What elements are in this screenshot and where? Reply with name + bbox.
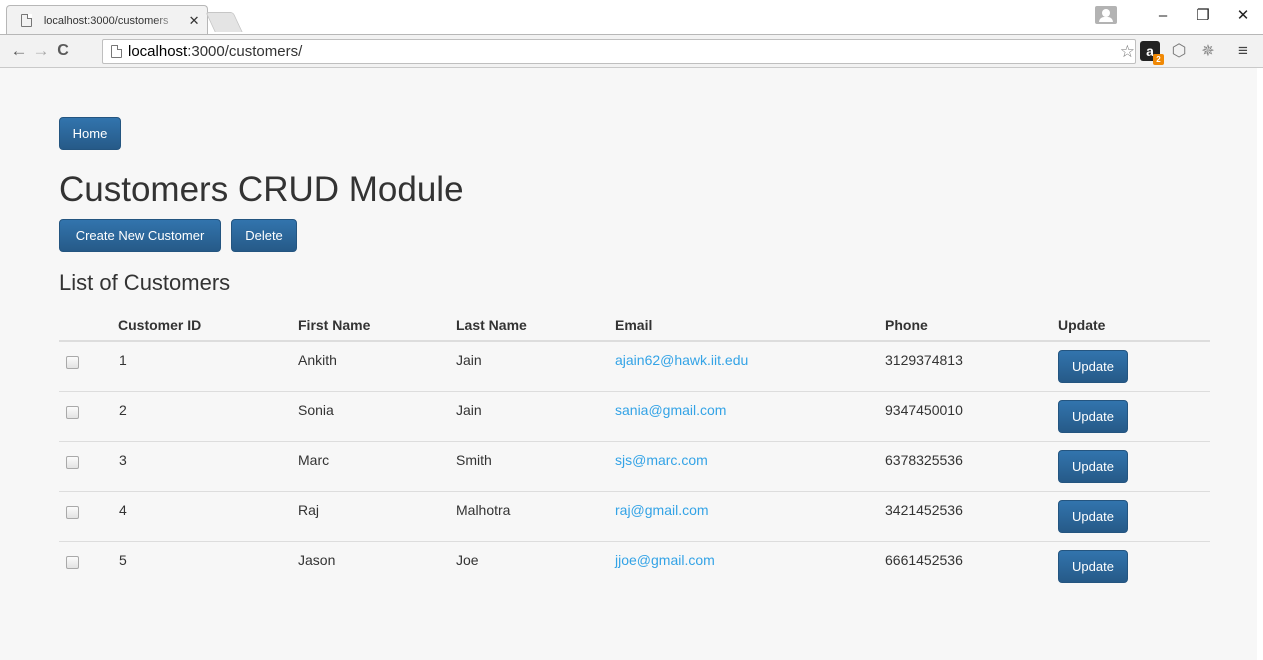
reload-button[interactable]: C (52, 39, 74, 63)
cell-email-link[interactable]: raj@gmail.com (615, 502, 709, 518)
browser-toolbar: ← → C localhost:3000/customers/ ☆ (0, 34, 1263, 68)
home-button[interactable]: Home (59, 117, 121, 150)
close-window-button[interactable]: ✕ (1223, 0, 1263, 30)
create-new-customer-button[interactable]: Create New Customer (59, 219, 221, 252)
cell-first-name: Raj (298, 502, 320, 518)
tab-title: localhost:3000/customers (43, 14, 169, 27)
restore-button[interactable]: ❐ (1183, 0, 1223, 30)
table-row: 3 Marc Smith sjs@marc.com 6378325536 Upd… (59, 442, 1210, 492)
table-row: 5 Jason Joe jjoe@gmail.com 6661452536 Up… (59, 542, 1210, 592)
cell-phone: 3421452536 (885, 502, 963, 518)
cell-first-name: Marc (298, 452, 330, 468)
profile-icon[interactable] (1095, 6, 1117, 24)
header-last-name: Last Name (456, 317, 527, 333)
table-header: Customer ID First Name Last Name Email P… (59, 311, 1210, 342)
tab-strip: localhost:3000/customers ✕ – ❐ ✕ (0, 0, 1263, 34)
cell-first-name: Ankith (298, 352, 337, 368)
cell-phone: 3129374813 (885, 352, 963, 368)
cell-customer-id: 4 (119, 502, 127, 518)
tab-close-icon[interactable]: ✕ (187, 13, 201, 28)
cell-phone: 6378325536 (885, 452, 963, 468)
header-first-name: First Name (298, 317, 371, 333)
cell-phone: 6661452536 (885, 552, 963, 568)
row-checkbox[interactable] (66, 506, 79, 519)
cell-customer-id: 1 (119, 352, 127, 368)
page-title: Customers CRUD Module (59, 170, 464, 209)
delete-button[interactable]: Delete (231, 219, 297, 252)
cube-extension-icon[interactable]: ⬡ (1170, 41, 1188, 61)
header-customer-id: Customer ID (118, 317, 202, 333)
cell-last-name: Jain (456, 352, 482, 368)
cell-phone: 9347450010 (885, 402, 963, 418)
page-icon (21, 14, 32, 27)
table-row: 4 Raj Malhotra raj@gmail.com 3421452536 … (59, 492, 1210, 542)
header-phone: Phone (885, 317, 928, 333)
url-text: localhost:3000/customers/ (128, 43, 302, 60)
row-checkbox[interactable] (66, 406, 79, 419)
row-checkbox[interactable] (66, 556, 79, 569)
update-button[interactable]: Update (1058, 350, 1128, 383)
update-button[interactable]: Update (1058, 400, 1128, 433)
header-email: Email (615, 317, 653, 333)
list-title: List of Customers (59, 270, 231, 295)
browser-tab[interactable]: localhost:3000/customers ✕ (6, 5, 208, 34)
menu-icon[interactable]: ≡ (1234, 41, 1252, 61)
window-controls: – ❐ ✕ (1095, 0, 1263, 30)
cell-first-name: Jason (298, 552, 336, 568)
url-path: :3000/customers/ (187, 43, 303, 60)
table-row: 1 Ankith Jain ajain62@hawk.iit.edu 31293… (59, 342, 1210, 392)
update-button[interactable]: Update (1058, 500, 1128, 533)
cell-customer-id: 2 (119, 402, 127, 418)
row-checkbox[interactable] (66, 356, 79, 369)
cell-customer-id: 3 (119, 452, 127, 468)
row-checkbox[interactable] (66, 456, 79, 469)
cell-email-link[interactable]: jjoe@gmail.com (615, 552, 715, 568)
table-row: 2 Sonia Jain sania@gmail.com 9347450010 … (59, 392, 1210, 442)
new-tab-button[interactable] (205, 12, 243, 32)
cell-last-name: Jain (456, 402, 482, 418)
header-update: Update (1058, 317, 1106, 333)
minimize-button[interactable]: – (1143, 0, 1183, 30)
back-button[interactable]: ← (8, 39, 30, 63)
page-icon (111, 45, 122, 58)
update-button[interactable]: Update (1058, 550, 1128, 583)
amazon-badge: 2 (1153, 54, 1164, 65)
page-viewport: Home Customers CRUD Module Create New Cu… (0, 68, 1257, 660)
cell-email-link[interactable]: sania@gmail.com (615, 402, 726, 418)
star-icon[interactable]: ☆ (1120, 42, 1135, 62)
customers-table: Customer ID First Name Last Name Email P… (59, 311, 1210, 592)
cell-email-link[interactable]: sjs@marc.com (615, 452, 708, 468)
forward-button[interactable]: → (30, 39, 52, 63)
url-host: localhost (128, 43, 188, 60)
address-bar[interactable]: localhost:3000/customers/ (102, 39, 1136, 64)
cell-last-name: Smith (456, 452, 492, 468)
update-button[interactable]: Update (1058, 450, 1128, 483)
cell-last-name: Malhotra (456, 502, 511, 518)
cell-email-link[interactable]: ajain62@hawk.iit.edu (615, 352, 748, 368)
tool-extension-icon[interactable]: ✵ (1198, 41, 1218, 61)
amazon-extension-icon[interactable]: a2 (1140, 41, 1164, 65)
cell-first-name: Sonia (298, 402, 334, 418)
cell-customer-id: 5 (119, 552, 127, 568)
cell-last-name: Joe (456, 552, 479, 568)
